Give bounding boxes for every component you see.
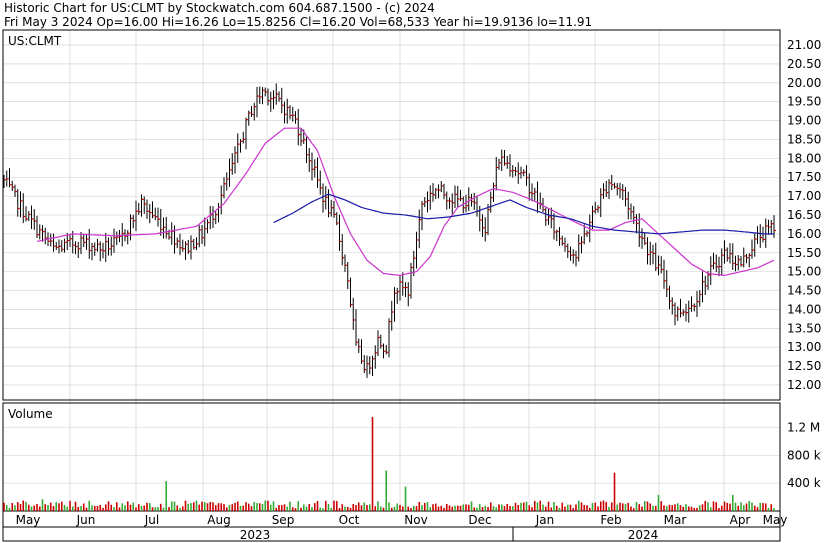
month-label: Jul (144, 513, 159, 527)
moving-average-short-line (36, 127, 775, 277)
price-tick-label: 16.50 (787, 208, 821, 222)
year-label: 2023 (240, 528, 271, 542)
month-label: Nov (404, 513, 427, 527)
volume-tick-label: 400 k (787, 476, 821, 490)
month-label: May (16, 513, 41, 527)
price-tick-label: 19.50 (787, 95, 821, 109)
month-label: Jun (76, 513, 96, 527)
volume-panel (2, 402, 781, 512)
price-tick-label: 17.50 (787, 170, 821, 184)
volume-tick-label: 1.2 M (787, 420, 820, 434)
price-tick-label: 13.50 (787, 321, 821, 335)
year-label: 2024 (628, 528, 659, 542)
month-label: Mar (664, 513, 687, 527)
price-tick-label: 16.00 (787, 227, 821, 241)
month-label: Sep (272, 513, 295, 527)
volume-tick-label: 800 k (787, 448, 821, 462)
price-tick-label: 13.00 (787, 340, 821, 354)
month-label: Apr (730, 513, 751, 527)
price-tick-label: 14.50 (787, 284, 821, 298)
month-label: Feb (600, 513, 621, 527)
price-tick-label: 12.50 (787, 359, 821, 373)
price-tick-label: 12.00 (787, 378, 821, 392)
price-tick-label: 19.00 (787, 114, 821, 128)
price-tick-label: 20.00 (787, 76, 821, 90)
price-tick-label: 18.00 (787, 151, 821, 165)
month-label: Aug (207, 513, 230, 527)
month-label: Jan (535, 513, 555, 527)
price-tick-label: 15.00 (787, 265, 821, 279)
volume-label: Volume (8, 407, 53, 421)
month-label: Oct (339, 513, 360, 527)
price-tick-label: 20.50 (787, 57, 821, 71)
price-tick-label: 15.50 (787, 246, 821, 260)
price-tick-label: 17.00 (787, 189, 821, 203)
symbol-label: US:CLMT (8, 34, 62, 48)
price-tick-label: 21.00 (787, 38, 821, 52)
stock-chart: US:CLMT Volume 21.00 20.50 20.00 19.50 19.00… (2, 29, 821, 542)
month-label: Dec (468, 513, 491, 527)
month-label: May (763, 513, 788, 527)
price-tick-label: 18.50 (787, 132, 821, 146)
price-tick-label: 14.00 (787, 302, 821, 316)
